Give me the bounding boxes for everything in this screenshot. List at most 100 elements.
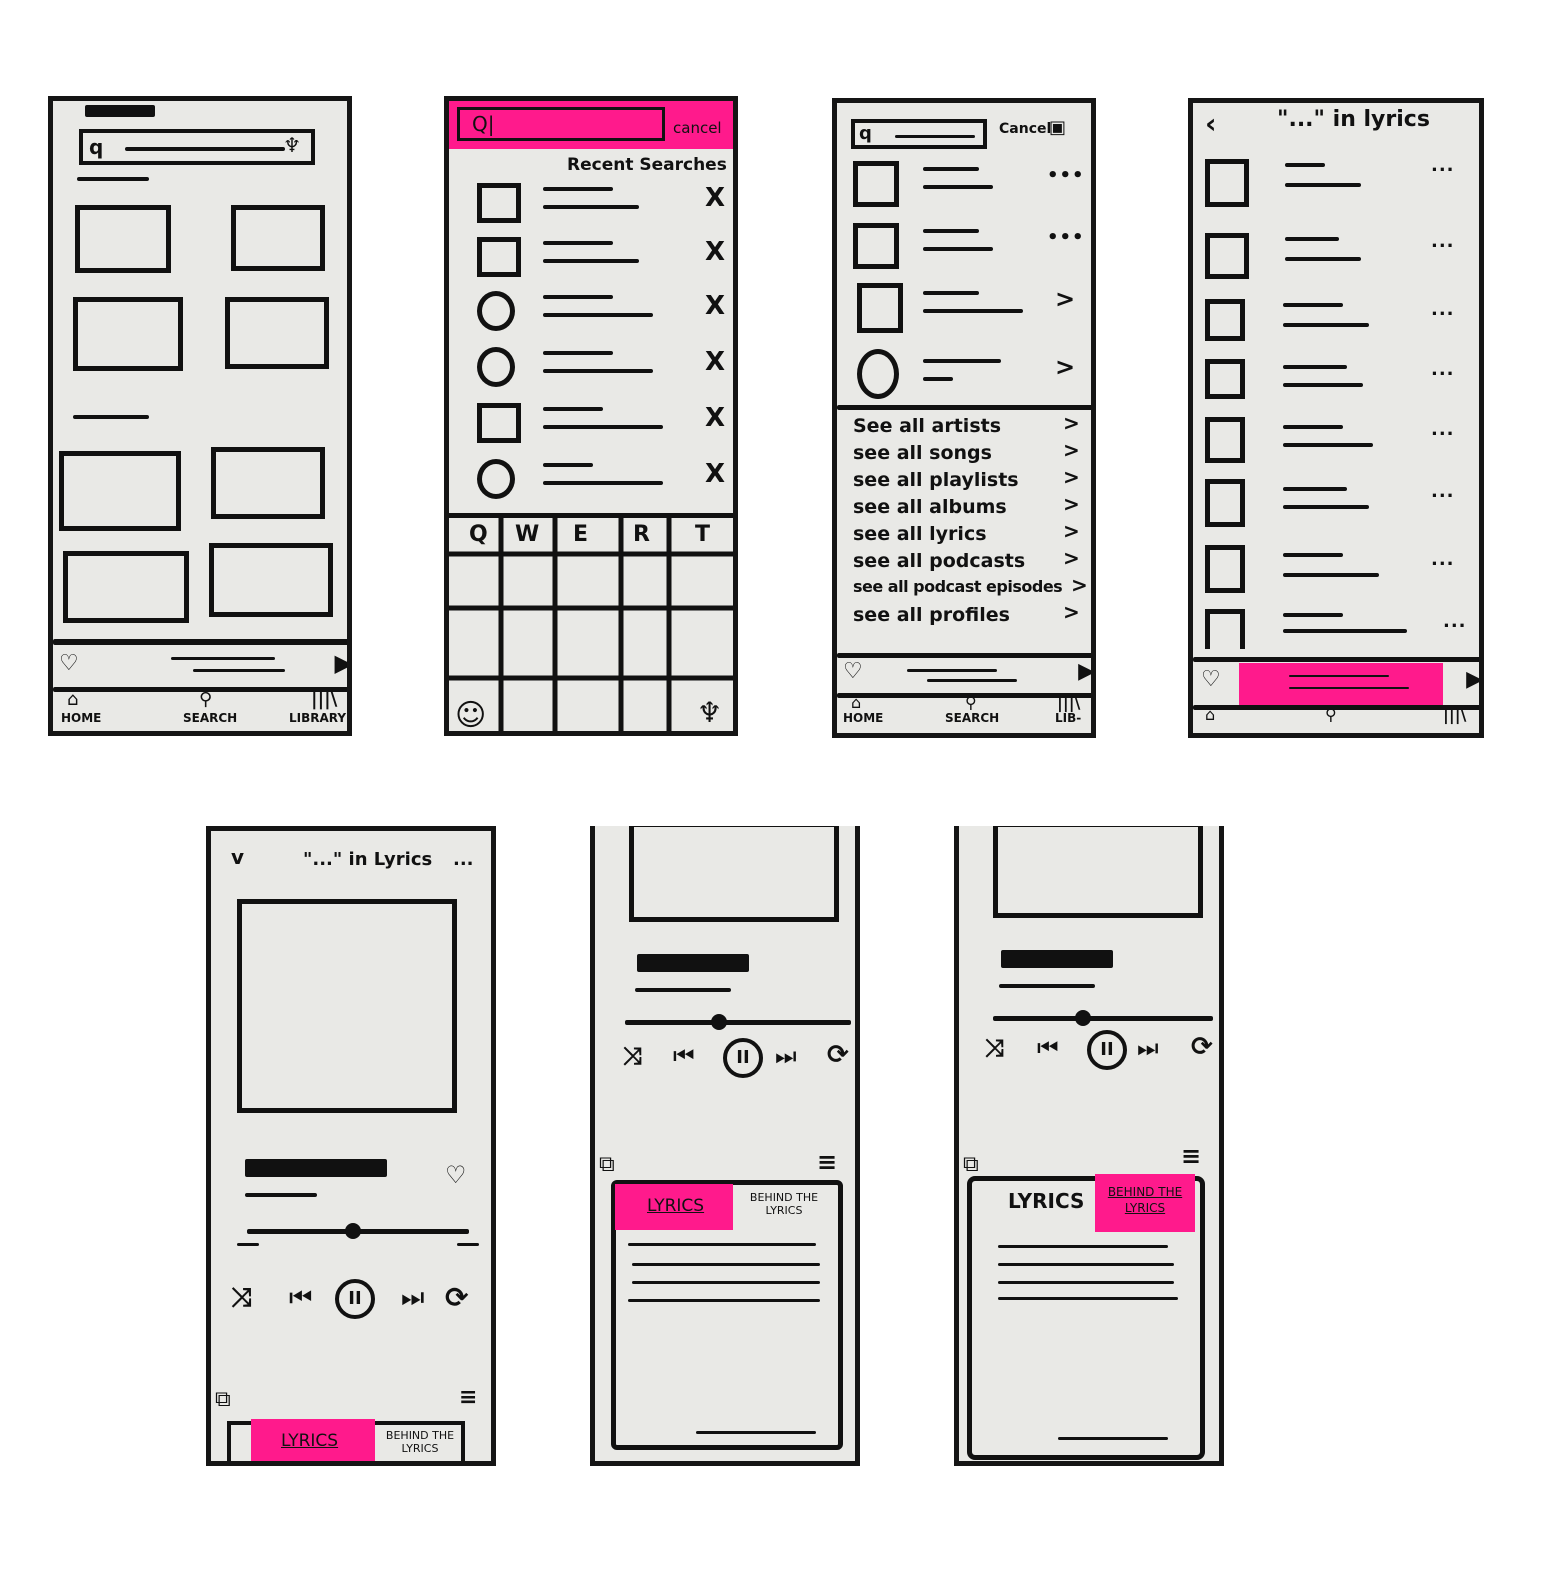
see-all-profiles[interactable]: see all profiles > [837,600,1091,629]
cancel-button[interactable]: Cancel [999,121,1051,137]
more-icon[interactable]: ... [1431,481,1455,502]
lyrics-result-row[interactable]: ... [1193,607,1479,651]
see-all-albums[interactable]: see all albums > [837,492,1091,521]
category-tile[interactable] [63,551,189,623]
next-icon[interactable]: ⏭ [775,1042,797,1070]
tab-search[interactable]: SEARCH [183,711,237,725]
see-all-podcast-episodes[interactable]: see all podcast episodes > [837,573,1091,602]
category-tile[interactable] [75,205,171,273]
search-icon[interactable]: ⚲ [1325,705,1337,724]
progress-bar[interactable] [231,1215,479,1255]
mini-player[interactable]: ♡ ▶ [53,647,347,687]
key-q[interactable]: Q [469,522,488,547]
result-item[interactable]: ••• [837,215,1091,275]
devices-icon[interactable]: ⧉ [599,1152,615,1177]
shuffle-icon[interactable]: ⤨ [985,1034,1004,1062]
progress-thumb[interactable] [345,1223,361,1239]
key-w[interactable]: W [515,522,539,547]
previous-icon[interactable]: ⏮ [1037,1034,1059,1062]
pause-icon[interactable]: II [1087,1030,1127,1070]
tab-behind-the-lyrics[interactable]: BEHIND THE LYRICS [1095,1174,1195,1232]
search-input[interactable]: q [851,119,987,149]
category-tile[interactable] [59,451,181,531]
category-tile[interactable] [231,205,325,271]
devices-icon[interactable]: ⧉ [963,1152,979,1177]
list-item[interactable]: X [449,285,733,339]
lyrics-result-row[interactable]: ... [1193,357,1479,415]
result-item[interactable]: > [837,277,1091,337]
lyrics-result-row[interactable]: ... [1193,415,1479,477]
heart-icon[interactable]: ♡ [445,1161,467,1189]
tab-home[interactable]: HOME [843,711,883,725]
previous-icon[interactable]: ⏮ [289,1283,312,1314]
search-input[interactable]: Q| [457,107,665,141]
library-icon[interactable]: |||\ [1057,693,1080,712]
progress-thumb[interactable] [1075,1010,1091,1026]
library-icon[interactable]: |||\ [1443,705,1466,724]
next-icon[interactable]: ⏭ [1137,1034,1159,1062]
tab-library[interactable]: LIB- [1055,711,1081,725]
key-e[interactable]: E [573,522,588,547]
category-tile[interactable] [211,447,325,519]
list-item[interactable]: X [449,397,733,451]
collapse-icon[interactable]: v [231,845,244,869]
queue-icon[interactable]: ≡ [1181,1142,1201,1170]
shuffle-icon[interactable]: ⤨ [623,1042,642,1070]
more-icon[interactable]: ... [1431,155,1455,176]
remove-icon[interactable]: X [705,291,725,321]
key-r[interactable]: R [633,522,650,547]
play-icon[interactable]: ▶ [1466,667,1479,692]
result-item[interactable]: ••• [837,153,1091,213]
more-icon[interactable]: ... [1431,299,1455,320]
more-icon[interactable]: ... [453,849,474,870]
see-all-artists[interactable]: See all artists > [837,411,1091,440]
more-icon[interactable]: ••• [1047,227,1085,248]
play-icon[interactable]: ▶ [1078,659,1091,684]
see-all-lyrics[interactable]: see all lyrics > [837,519,1091,548]
tab-lyrics[interactable]: LYRICS [615,1184,733,1230]
category-tile[interactable] [209,543,333,617]
camera-icon[interactable]: ▣ [1049,117,1066,138]
heart-icon[interactable]: ♡ [1201,667,1221,692]
tab-behind-the-lyrics[interactable]: BEHIND THE LYRICS [734,1191,834,1217]
pause-icon[interactable]: II [723,1038,763,1078]
previous-icon[interactable]: ⏮ [673,1042,695,1070]
chevron-right-icon[interactable]: > [1055,353,1075,381]
queue-icon[interactable]: ≡ [817,1148,837,1176]
result-item[interactable]: > [837,343,1091,405]
remove-icon[interactable]: X [705,183,725,213]
list-item[interactable]: X [449,177,733,231]
emoji-icon[interactable]: ☺ [455,698,486,731]
devices-icon[interactable]: ⧉ [215,1387,231,1412]
heart-icon[interactable]: ♡ [59,651,79,676]
repeat-icon[interactable]: ⟳ [1191,1032,1213,1062]
mini-player[interactable]: ♡ ▶ [837,659,1091,693]
progress-bar[interactable] [625,1012,851,1032]
lyrics-result-row[interactable]: ... [1193,543,1479,607]
tab-lyrics[interactable]: LYRICS [251,1419,375,1461]
mini-player[interactable]: ♡ ▶ [1193,663,1479,705]
see-all-podcasts[interactable]: see all podcasts > [837,546,1091,575]
tab-lyrics[interactable]: LYRICS [1008,1189,1084,1213]
tab-library[interactable]: LIBRARY [289,711,346,725]
play-icon[interactable]: ▶ [335,649,347,677]
mic-icon[interactable]: ♆ [697,696,722,729]
search-bar[interactable]: q ♆ [79,129,315,165]
see-all-playlists[interactable]: see all playlists > [837,465,1091,494]
key-t[interactable]: T [695,522,710,547]
lyrics-result-row[interactable]: ... [1193,297,1479,355]
repeat-icon[interactable]: ⟳ [445,1281,468,1314]
search-icon[interactable]: ⚲ [965,693,977,712]
tab-home[interactable]: HOME [61,711,101,725]
more-icon[interactable]: ... [1431,231,1455,252]
remove-icon[interactable]: X [705,403,725,433]
shuffle-icon[interactable]: ⤨ [231,1283,252,1314]
next-icon[interactable]: ⏭ [401,1283,424,1314]
queue-icon[interactable]: ≡ [459,1385,477,1410]
more-icon[interactable]: ... [1431,419,1455,440]
back-icon[interactable]: ‹ [1205,107,1217,140]
remove-icon[interactable]: X [705,347,725,377]
home-icon[interactable]: ⌂ [67,689,78,710]
list-item[interactable]: X [449,231,733,285]
repeat-icon[interactable]: ⟳ [827,1040,849,1070]
